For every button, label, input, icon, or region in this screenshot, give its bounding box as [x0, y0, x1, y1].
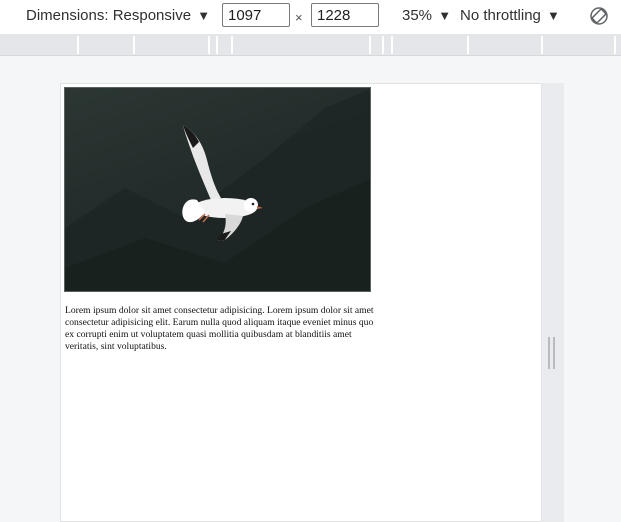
dimensions-dropdown[interactable]: Dimensions: Responsive ▼: [26, 7, 210, 24]
ruler-mark: [467, 36, 469, 54]
throttling-label: No throttling: [460, 7, 541, 24]
resize-handle-icon[interactable]: [548, 337, 555, 369]
rotate-icon[interactable]: [588, 5, 610, 27]
ruler-mark: [208, 36, 210, 54]
ruler-mark: [369, 36, 371, 54]
ruler-mark: [77, 36, 79, 54]
ruler-mark: [391, 36, 393, 54]
chevron-down-icon: ▼: [197, 8, 211, 23]
body-paragraph: Lorem ipsum dolor sit amet consectetur a…: [65, 305, 374, 352]
chevron-down-icon: ▼: [438, 8, 452, 23]
ruler-mark: [382, 36, 384, 54]
ruler-mark: [614, 36, 616, 54]
chevron-down-icon: ▼: [547, 8, 560, 23]
zoom-dropdown[interactable]: 35% ▼: [402, 7, 451, 24]
ruler-mark: [231, 36, 233, 54]
height-input[interactable]: [311, 3, 379, 27]
device-toolbar: Dimensions: Responsive ▼ × 35% ▼ No thro…: [0, 0, 621, 34]
throttling-dropdown[interactable]: No throttling ▼: [460, 7, 560, 24]
seagull-photo: [64, 87, 371, 292]
width-input[interactable]: [222, 3, 290, 27]
ruler-mark: [133, 36, 135, 54]
ruler-mark: [216, 36, 218, 54]
times-symbol: ×: [295, 10, 303, 25]
zoom-label: 35%: [402, 7, 433, 24]
ruler-mark: [541, 36, 543, 54]
viewport-resize-strip[interactable]: [542, 83, 564, 522]
media-query-ruler[interactable]: [0, 34, 621, 56]
dimensions-label: Dimensions: Responsive: [26, 7, 192, 24]
seagull-image: [65, 88, 370, 291]
